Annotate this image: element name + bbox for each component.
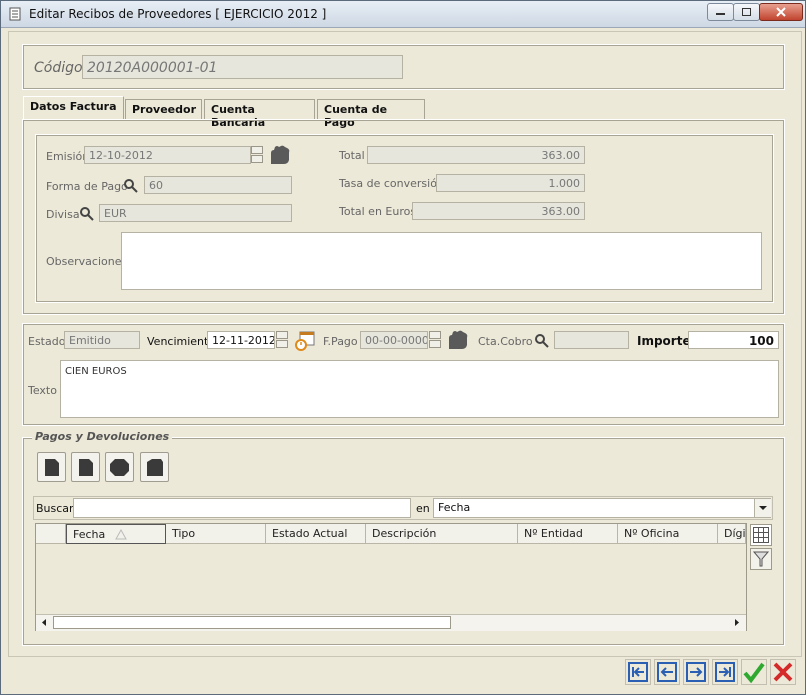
fpago-label: F.Pago	[323, 335, 358, 348]
column-header-digit[interactable]: Dígit	[718, 524, 746, 544]
close-button[interactable]	[759, 3, 803, 21]
cta-cobro-field	[554, 331, 629, 349]
first-record-button[interactable]	[625, 659, 651, 685]
check-icon	[743, 662, 765, 684]
emision-field: 12-10-2012	[84, 146, 251, 164]
total-label: Total	[339, 149, 365, 162]
texto-label: Texto	[28, 384, 57, 397]
search-field-value: Fecha	[438, 501, 471, 514]
forma-pago-label: Forma de Pago	[46, 180, 128, 193]
estado-label: Estado	[28, 335, 66, 348]
codigo-field: 20120A000001-01	[82, 55, 403, 79]
minimize-icon	[716, 13, 725, 15]
total-field: 363.00	[367, 146, 585, 164]
first-icon	[628, 662, 648, 682]
column-label: Fecha	[73, 528, 106, 541]
column-header-descripcion[interactable]: Descripción	[366, 524, 518, 544]
search-icon[interactable]	[535, 334, 549, 348]
vencimiento-spinner[interactable]	[276, 331, 288, 349]
calendar-icon[interactable]	[293, 330, 317, 352]
sort-asc-icon	[115, 529, 127, 540]
scrollbar-thumb[interactable]	[53, 616, 451, 629]
cta-cobro-label: Cta.Cobro	[478, 335, 533, 348]
tasa-conversion-field: 1.000	[436, 174, 585, 192]
document-icon	[9, 7, 21, 21]
edit-document-icon	[79, 459, 93, 476]
vencimiento-label: Vencimiento	[147, 335, 216, 348]
prev-icon	[657, 662, 677, 682]
vencimiento-field[interactable]: 12-11-2012	[207, 331, 275, 349]
maximize-icon	[742, 8, 751, 16]
last-record-button[interactable]	[712, 659, 738, 685]
divisa-label: Divisa	[46, 208, 80, 221]
edit-button[interactable]	[71, 452, 100, 482]
estado-field: Emitido	[64, 331, 140, 349]
emision-label: Emisión	[46, 150, 90, 163]
fpago-spinner[interactable]	[429, 331, 441, 349]
maximize-button[interactable]	[733, 3, 760, 21]
close-icon	[776, 7, 786, 17]
tab-proveedor[interactable]: Proveedor	[125, 99, 202, 119]
chevron-down-icon	[759, 506, 767, 510]
next-record-button[interactable]	[683, 659, 709, 685]
filter-button[interactable]	[750, 548, 772, 570]
hand-icon[interactable]	[268, 144, 292, 166]
new-button[interactable]	[37, 452, 66, 482]
tasa-conversion-label: Tasa de conversión	[339, 177, 444, 190]
total-euros-field: 363.00	[412, 202, 585, 220]
importe-label: Importe	[637, 334, 691, 348]
emision-spinner[interactable]	[251, 146, 263, 164]
filter-icon	[752, 551, 770, 567]
codigo-label: Código	[34, 60, 83, 76]
tab-cuenta-bancaria[interactable]: Cuenta Bancaria	[204, 99, 315, 129]
divisa-field: EUR	[99, 204, 292, 222]
editor-window: Editar Recibos de Proveedores [ EJERCICI…	[0, 0, 806, 695]
fpago-field: 00-00-0000	[360, 331, 428, 349]
buscar-input[interactable]	[73, 498, 411, 518]
delete-icon	[110, 459, 129, 476]
cancel-button[interactable]	[770, 659, 796, 685]
delete-button[interactable]	[105, 452, 134, 482]
observaciones-label: Observaciones	[46, 255, 128, 268]
last-icon	[715, 662, 735, 682]
grid-icon	[753, 527, 769, 543]
scroll-right-icon[interactable]	[730, 615, 744, 630]
scroll-left-icon[interactable]	[37, 615, 51, 630]
texto-field[interactable]: CIEN EUROS	[60, 360, 779, 418]
row-indicator-header	[36, 524, 66, 544]
column-header-n-entidad[interactable]: Nº Entidad	[518, 524, 618, 544]
folder-icon	[147, 459, 163, 476]
cancel-icon	[773, 662, 793, 682]
grid-layout-button[interactable]	[750, 524, 772, 546]
search-icon[interactable]	[80, 207, 94, 221]
minimize-button[interactable]	[707, 3, 734, 21]
hand-icon[interactable]	[446, 329, 470, 351]
title-bar: Editar Recibos de Proveedores [ EJERCICI…	[1, 1, 805, 28]
forma-pago-field: 60	[144, 176, 292, 194]
column-header-tipo[interactable]: Tipo	[166, 524, 266, 544]
tab-datos-factura[interactable]: Datos Factura	[23, 96, 124, 120]
window-title: Editar Recibos de Proveedores [ EJERCICI…	[29, 7, 327, 21]
column-header-n-oficina[interactable]: Nº Oficina	[618, 524, 718, 544]
column-header-estado-actual[interactable]: Estado Actual	[266, 524, 366, 544]
dropdown-button[interactable]	[754, 499, 771, 517]
previous-record-button[interactable]	[654, 659, 680, 685]
search-icon[interactable]	[124, 179, 138, 193]
search-field-select[interactable]: Fecha	[433, 498, 771, 518]
observaciones-field[interactable]	[121, 232, 762, 290]
total-euros-label: Total en Euros	[339, 205, 417, 218]
pagos-title: Pagos y Devoluciones	[32, 430, 173, 443]
tab-cuenta-de-pago[interactable]: Cuenta de Pago	[317, 99, 425, 129]
en-label: en	[416, 502, 430, 515]
next-icon	[686, 662, 706, 682]
accept-button[interactable]	[741, 659, 767, 685]
new-document-icon	[45, 459, 59, 476]
print-button[interactable]	[140, 452, 169, 482]
column-header-fecha[interactable]: Fecha	[66, 524, 166, 544]
buscar-label: Buscar	[36, 502, 74, 515]
importe-field[interactable]: 100	[688, 331, 779, 349]
